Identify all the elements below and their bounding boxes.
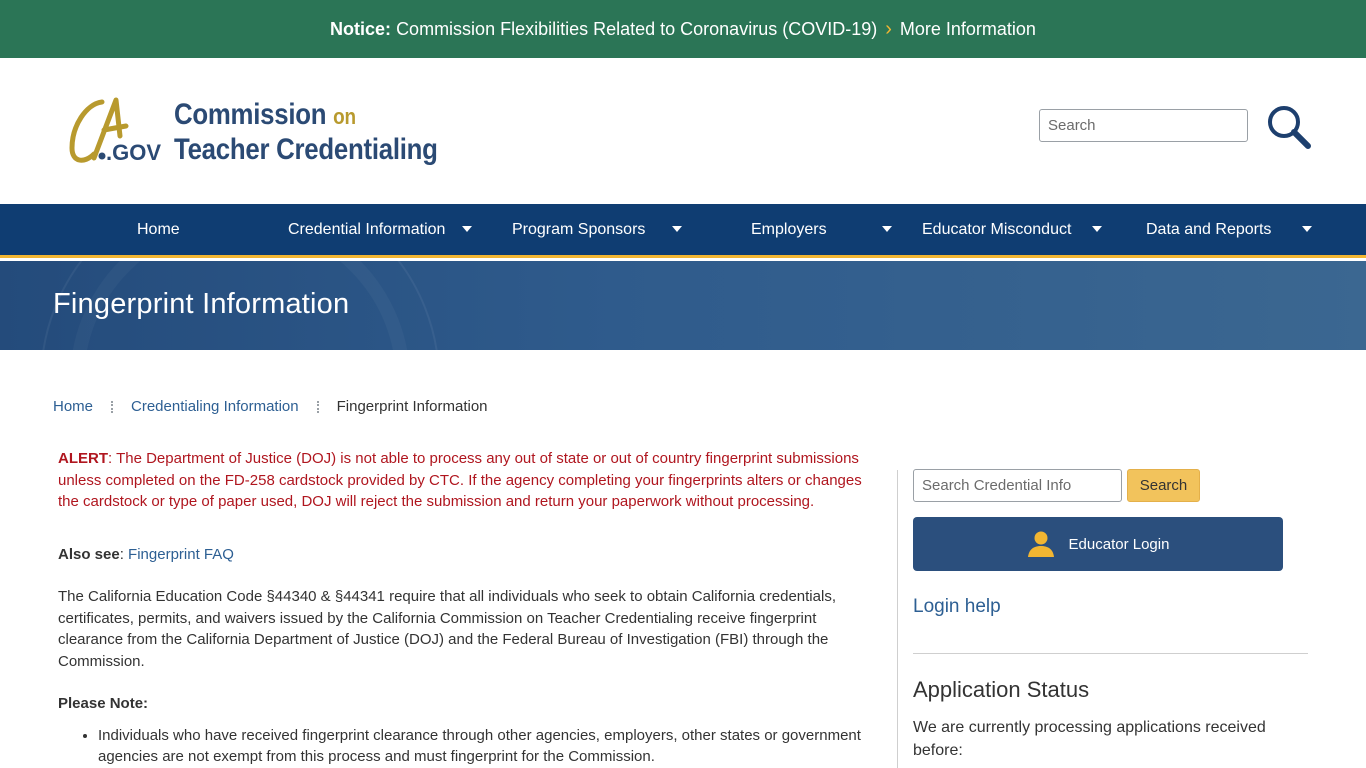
nav-data-and-reports[interactable]: Data and Reports (1146, 204, 1271, 255)
education-code-paragraph: The California Education Code §44340 & §… (58, 588, 836, 670)
nav-program-sponsors-label: Program Sponsors (512, 220, 646, 238)
sidebar-hr (913, 653, 1308, 654)
nav-educator-misconduct-label: Educator Misconduct (922, 220, 1072, 238)
page-banner: Fingerprint Information (0, 261, 1366, 350)
alert-label: ALERT (58, 450, 108, 467)
user-icon (1027, 531, 1054, 557)
logo-gov: .GOV (106, 140, 161, 165)
header-search-input[interactable] (1039, 109, 1248, 142)
ctc-logo[interactable]: .GOV Commission on Teacher Credentialing (68, 96, 448, 170)
alert-message: ALERT: The Department of Justice (DOJ) i… (58, 448, 870, 513)
also-see-separator: : (119, 545, 129, 563)
fingerprint-faq-link[interactable]: Fingerprint FAQ (128, 546, 234, 563)
logo-wordmark: Commission on Teacher Credentialing (174, 98, 438, 166)
nav-credential-information[interactable]: Credential Information (288, 204, 445, 255)
also-see: Also see: Fingerprint FAQ (58, 544, 870, 566)
main-nav: Home Credential Information Program Spon… (0, 204, 1366, 258)
more-information-link[interactable]: More Information (900, 19, 1036, 40)
nav-program-sponsors[interactable]: Program Sponsors (512, 204, 645, 255)
notice-bar: Notice: Commission Flexibilities Related… (0, 0, 1366, 58)
application-status-heading: Application Status (913, 677, 1090, 702)
notice-label: Notice: (330, 18, 392, 39)
notice-text[interactable]: Commission Flexibilities Related to Coro… (396, 19, 877, 40)
educator-login-button[interactable]: Educator Login (913, 517, 1283, 571)
chevron-right-icon: › (885, 17, 892, 40)
alert-text: : The Department of Justice (DOJ) is not… (58, 450, 862, 510)
nav-credential-information-label: Credential Information (288, 220, 446, 238)
logo-on: on (333, 104, 356, 129)
application-status-text: We are currently processing applications… (913, 719, 1266, 759)
nav-employers-label: Employers (751, 220, 827, 238)
sidebar-divider (897, 470, 898, 768)
nav-employers[interactable]: Employers (751, 204, 827, 255)
page-title: Fingerprint Information (53, 288, 350, 320)
nav-data-and-reports-label: Data and Reports (1146, 220, 1272, 238)
search-icon[interactable] (1266, 104, 1312, 150)
nav-home[interactable]: Home (137, 204, 180, 255)
nav-home-label: Home (137, 220, 180, 238)
breadcrumb: Home Credentialing Information Fingerpri… (53, 398, 488, 415)
breadcrumb-current: Fingerprint Information (336, 398, 488, 415)
breadcrumb-separator (111, 400, 114, 413)
login-help-link[interactable]: Login help (913, 596, 1001, 618)
credential-search-button[interactable]: Search (1127, 469, 1200, 502)
main-content: ALERT: The Department of Justice (DOJ) i… (58, 448, 870, 768)
breadcrumb-home[interactable]: Home (53, 398, 93, 415)
note-list: Individuals who have received fingerprin… (58, 725, 870, 768)
site-header: .GOV Commission on Teacher Credentialing (0, 58, 1366, 204)
ca-gov-logo-icon: .GOV (69, 97, 161, 165)
also-see-label: Also see (58, 545, 120, 563)
nav-educator-misconduct[interactable]: Educator Misconduct (922, 204, 1071, 255)
logo-line2: Teacher Credentialing (174, 133, 438, 166)
breadcrumb-separator (316, 400, 319, 413)
educator-login-label: Educator Login (1068, 535, 1170, 553)
list-item: Individuals who have received fingerprin… (98, 725, 870, 768)
credential-search-input[interactable] (913, 469, 1122, 502)
please-note-heading: Please Note: (58, 695, 149, 712)
breadcrumb-credentialing-information[interactable]: Credentialing Information (131, 398, 299, 415)
logo-line1: Commission (174, 98, 327, 131)
